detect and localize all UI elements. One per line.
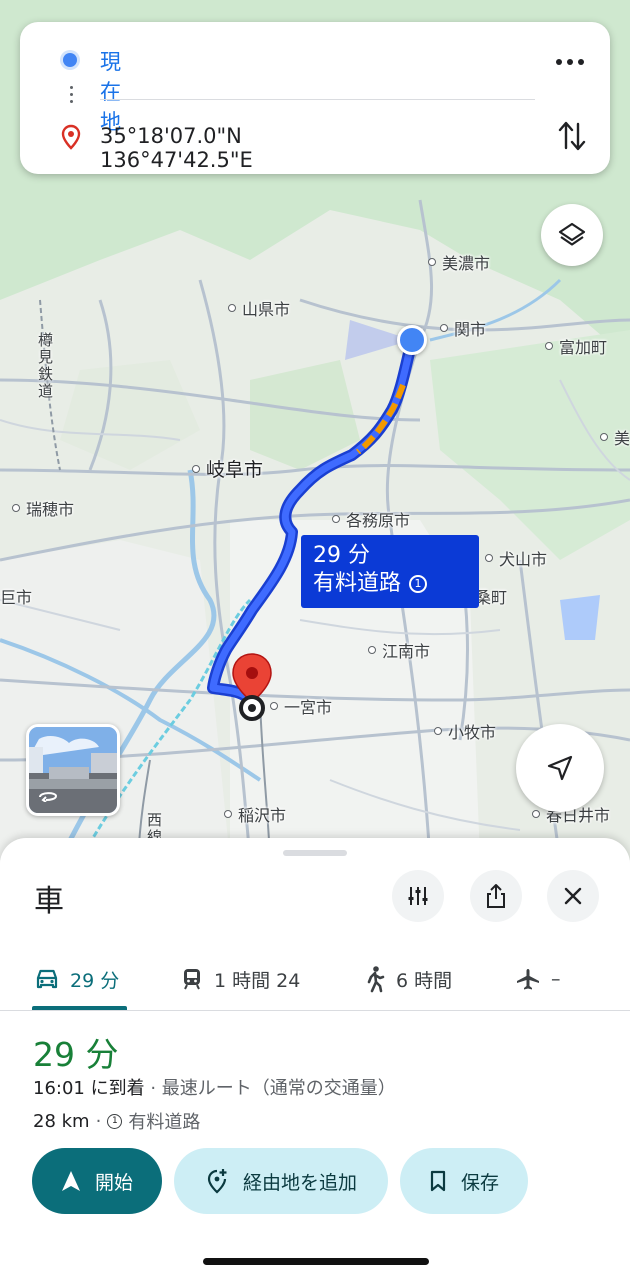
tune-icon [408, 887, 428, 905]
add-stop-button[interactable]: 経由地を追加 [174, 1148, 388, 1214]
place-label: 富加町 [545, 334, 607, 358]
destination-marker[interactable] [226, 650, 278, 722]
place-label: 巨市 [0, 588, 33, 607]
arrival-time: 16:01 に到着 [33, 1078, 145, 1099]
place-label: 美濃市 [428, 250, 490, 274]
tab-walk[interactable]: 6 時間 [364, 948, 452, 1010]
place-label: 一宮市 [270, 694, 332, 718]
route-options-button[interactable] [392, 870, 444, 922]
navigation-arrow-icon [61, 1171, 80, 1191]
close-button[interactable] [547, 870, 599, 922]
swap-button[interactable] [557, 118, 587, 158]
destination-input[interactable]: 35°18'07.0"N 136°47'42.5"E [100, 124, 253, 172]
tab-car[interactable]: 29 分 [34, 948, 119, 1010]
layers-button[interactable] [541, 204, 603, 266]
save-button[interactable]: 保存 [400, 1148, 528, 1214]
place-label: 瑞穂市 [12, 496, 74, 520]
rail-label: 樽見鉄道 [38, 331, 54, 400]
active-tab-indicator [32, 1006, 127, 1010]
walk-icon [367, 966, 385, 993]
place-label: 稲沢市 [224, 802, 286, 826]
place-label: 桑町 [475, 588, 508, 607]
bookmark-icon [430, 1170, 446, 1192]
origin-marker [397, 325, 427, 355]
tab-flight[interactable]: – [515, 948, 561, 1010]
route-summary: 16:01 に到着 · 最速ルート（通常の交通量） [33, 1074, 396, 1100]
separator: · [95, 1110, 102, 1132]
street-view-thumbnail[interactable] [26, 724, 120, 816]
tab-transit-label: 1 時間 24 [214, 969, 301, 992]
add-stop-label: 経由地を追加 [242, 1171, 357, 1194]
place-label: 山県市 [228, 296, 290, 320]
route-toll-text: 有料道路 [313, 571, 402, 596]
rotate-360-icon [37, 787, 59, 803]
swap-vertical-icon [558, 121, 586, 151]
start-label: 開始 [94, 1171, 133, 1194]
place-label: 美 [600, 425, 630, 449]
travel-mode-tabs: 29 分 1 時間 24 6 時間 – [0, 948, 630, 1011]
route-duration: 29 分 [313, 543, 370, 568]
start-button[interactable]: 開始 [32, 1148, 162, 1214]
route-duration: 29 分 [33, 1035, 119, 1074]
home-indicator[interactable] [203, 1258, 429, 1265]
more-options-button[interactable] [555, 48, 585, 73]
add-location-icon [207, 1169, 227, 1194]
share-button[interactable] [470, 870, 522, 922]
place-label: 岐阜市 [192, 455, 263, 482]
directions-search-card: 現在地 35°18'07.0"N 136°47'42.5"E [20, 22, 610, 174]
tab-transit[interactable]: 1 時間 24 [180, 948, 300, 1010]
train-icon [184, 969, 200, 990]
place-label: 犬山市 [485, 546, 547, 570]
sheet-drag-handle[interactable] [283, 850, 347, 856]
save-label: 保存 [460, 1171, 499, 1194]
route-description: · 最速ルート（通常の交通量） [144, 1078, 396, 1099]
car-icon [36, 969, 58, 989]
origin-input[interactable]: 現在地 [100, 46, 121, 136]
place-label: 江南市 [368, 638, 430, 662]
route-details: 28 km · 1 有料道路 [33, 1108, 200, 1134]
divider [100, 99, 535, 100]
layers-icon [558, 222, 586, 246]
place-label: 関市 [440, 316, 486, 340]
tab-flight-label: – [551, 968, 561, 990]
tab-walk-label: 6 時間 [396, 969, 453, 992]
route-info-label[interactable]: 29 分 有料道路 1 [301, 535, 479, 608]
toll-icon: 1 [409, 575, 428, 593]
flight-icon [517, 969, 539, 990]
navigation-arrow-icon [547, 755, 573, 781]
my-location-button[interactable] [516, 724, 604, 812]
place-label: 小牧市 [434, 719, 496, 743]
share-icon [487, 884, 505, 908]
place-label: 各務原市 [332, 507, 410, 531]
directions-bottom-sheet: 車 29 分 1 時間 24 6 時間 – 29 分 16:01 に到着 · 最… [0, 838, 630, 1280]
destination-pin-icon [60, 124, 82, 154]
more-horizontal-icon [556, 59, 584, 65]
tab-car-label: 29 分 [70, 969, 120, 992]
close-icon [564, 887, 582, 905]
mode-title: 車 [34, 884, 64, 919]
toll-icon: 1 [107, 1113, 123, 1129]
toll-text: 有料道路 [128, 1112, 201, 1133]
route-distance: 28 km [33, 1110, 90, 1132]
connector-dots [70, 86, 74, 107]
origin-dot-icon [63, 53, 77, 67]
